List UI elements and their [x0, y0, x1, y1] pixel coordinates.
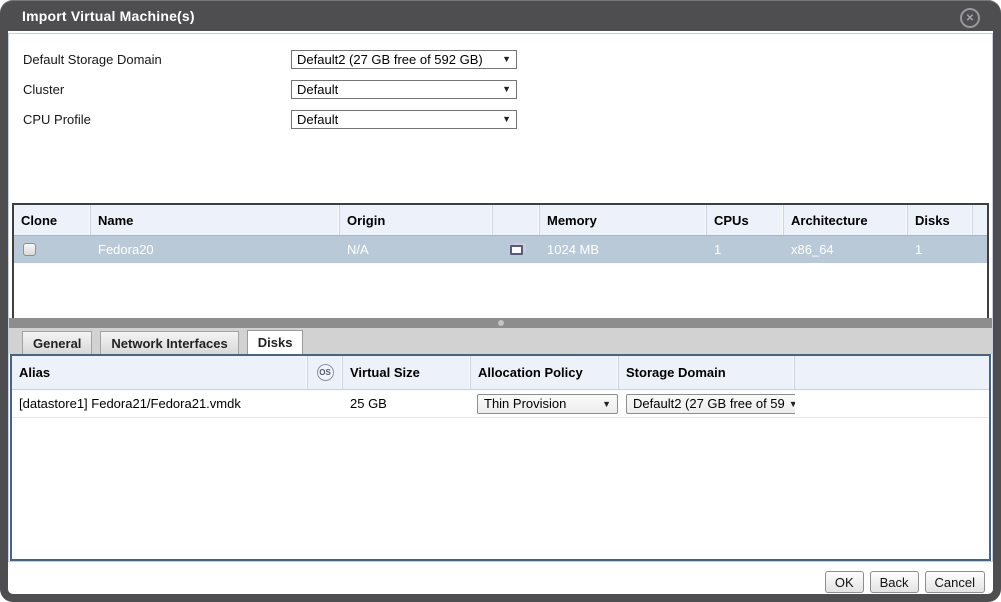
- column-header-architecture: Architecture: [784, 205, 908, 235]
- chevron-down-icon: ▼: [502, 114, 511, 124]
- import-vm-dialog: Import Virtual Machine(s) ✕ Default Stor…: [0, 0, 1001, 602]
- column-header-tail: [795, 356, 989, 389]
- vm-cpus-cell: 1: [707, 236, 784, 263]
- vm-gutter-cell: [973, 236, 987, 263]
- disk-storage-domain-value: Default2 (27 GB free of 59: [633, 396, 785, 411]
- storage-domain-label: Default Storage Domain: [23, 52, 291, 67]
- vm-table-row-fedora20[interactable]: Fedora20 N/A 1024 MB 1 x86_64 1: [14, 236, 987, 263]
- column-header-cpus: CPUs: [707, 205, 784, 235]
- vm-name-cell: Fedora20: [91, 236, 340, 263]
- column-header-storage-domain: Storage Domain: [619, 356, 795, 389]
- dialog-body: Default Storage Domain Default2 (27 GB f…: [8, 31, 993, 594]
- os-icon: OS: [317, 364, 334, 381]
- column-header-alias: Alias: [12, 356, 308, 389]
- tab-general[interactable]: General: [22, 331, 92, 354]
- dialog-titlebar: Import Virtual Machine(s) ✕: [0, 0, 1001, 31]
- splitter-grip-icon: [498, 320, 504, 326]
- detail-tabbar: General Network Interfaces Disks: [9, 328, 992, 354]
- allocation-policy-value: Thin Provision: [484, 396, 566, 411]
- column-header-virtual-size: Virtual Size: [343, 356, 471, 389]
- column-header-gutter: [973, 205, 987, 235]
- cancel-button[interactable]: Cancel: [925, 571, 985, 593]
- disk-storage-domain-cell: Default2 (27 GB free of 59 ▼: [619, 394, 795, 414]
- splitter-handle[interactable]: [9, 318, 992, 328]
- chevron-down-icon: ▼: [789, 399, 795, 409]
- vm-architecture-cell: x86_64: [784, 236, 908, 263]
- disk-virtual-size-cell: 25 GB: [343, 396, 471, 411]
- vm-disks-cell: 1: [908, 236, 973, 263]
- footer-buttons: OK Back Cancel: [825, 571, 985, 593]
- disk-storage-domain-select[interactable]: Default2 (27 GB free of 59 ▼: [626, 394, 795, 414]
- cpu-profile-label: CPU Profile: [23, 112, 291, 127]
- disk-allocation-cell: Thin Provision ▼: [471, 394, 619, 414]
- ok-button[interactable]: OK: [825, 571, 864, 593]
- storage-domain-value: Default2 (27 GB free of 592 GB): [297, 52, 483, 67]
- chevron-down-icon: ▼: [502, 84, 511, 94]
- back-button[interactable]: Back: [870, 571, 919, 593]
- column-header-origin: Origin: [340, 205, 493, 235]
- form-row-cpu-profile: CPU Profile Default ▼: [23, 104, 992, 134]
- form-row-storage-domain: Default Storage Domain Default2 (27 GB f…: [23, 44, 992, 74]
- tab-disks[interactable]: Disks: [247, 330, 304, 354]
- cpu-profile-value: Default: [297, 112, 338, 127]
- column-header-clone: Clone: [14, 205, 91, 235]
- cluster-label: Cluster: [23, 82, 291, 97]
- close-icon[interactable]: ✕: [960, 8, 980, 28]
- column-header-allocation-policy: Allocation Policy: [471, 356, 619, 389]
- disk-alias-cell: [datastore1] Fedora21/Fedora21.vmdk: [12, 396, 308, 411]
- vm-memory-cell: 1024 MB: [540, 236, 707, 263]
- tab-network-interfaces[interactable]: Network Interfaces: [100, 331, 238, 354]
- column-header-disks: Disks: [908, 205, 973, 235]
- chevron-down-icon: ▼: [502, 54, 511, 64]
- column-header-vm-icon: [493, 205, 540, 235]
- form-row-cluster: Cluster Default ▼: [23, 74, 992, 104]
- dialog-title: Import Virtual Machine(s): [22, 8, 195, 24]
- vm-table-header: Clone Name Origin Memory CPUs Architectu…: [14, 205, 987, 236]
- cluster-select[interactable]: Default ▼: [291, 80, 517, 99]
- column-header-os: OS: [308, 356, 343, 389]
- cpu-profile-select[interactable]: Default ▼: [291, 110, 517, 129]
- content-panel: Default Storage Domain Default2 (27 GB f…: [8, 33, 993, 562]
- dialog-footer: OK Back Cancel: [8, 562, 993, 594]
- column-header-memory: Memory: [540, 205, 707, 235]
- vm-origin-cell: N/A: [340, 236, 493, 263]
- disk-row[interactable]: [datastore1] Fedora21/Fedora21.vmdk 25 G…: [12, 390, 989, 418]
- vm-monitor-icon: [510, 245, 523, 255]
- vm-icon-cell: [493, 236, 540, 263]
- vm-table: Clone Name Origin Memory CPUs Architectu…: [12, 203, 989, 318]
- clone-cell: [14, 236, 91, 263]
- cluster-value: Default: [297, 82, 338, 97]
- allocation-policy-select[interactable]: Thin Provision ▼: [477, 394, 618, 414]
- storage-domain-select[interactable]: Default2 (27 GB free of 592 GB) ▼: [291, 50, 517, 69]
- disks-table-header: Alias OS Virtual Size Allocation Policy …: [12, 356, 989, 390]
- column-header-name: Name: [91, 205, 340, 235]
- disks-panel: Alias OS Virtual Size Allocation Policy …: [10, 354, 991, 561]
- import-options-form: Default Storage Domain Default2 (27 GB f…: [9, 34, 992, 134]
- chevron-down-icon: ▼: [602, 399, 611, 409]
- clone-checkbox[interactable]: [23, 243, 36, 256]
